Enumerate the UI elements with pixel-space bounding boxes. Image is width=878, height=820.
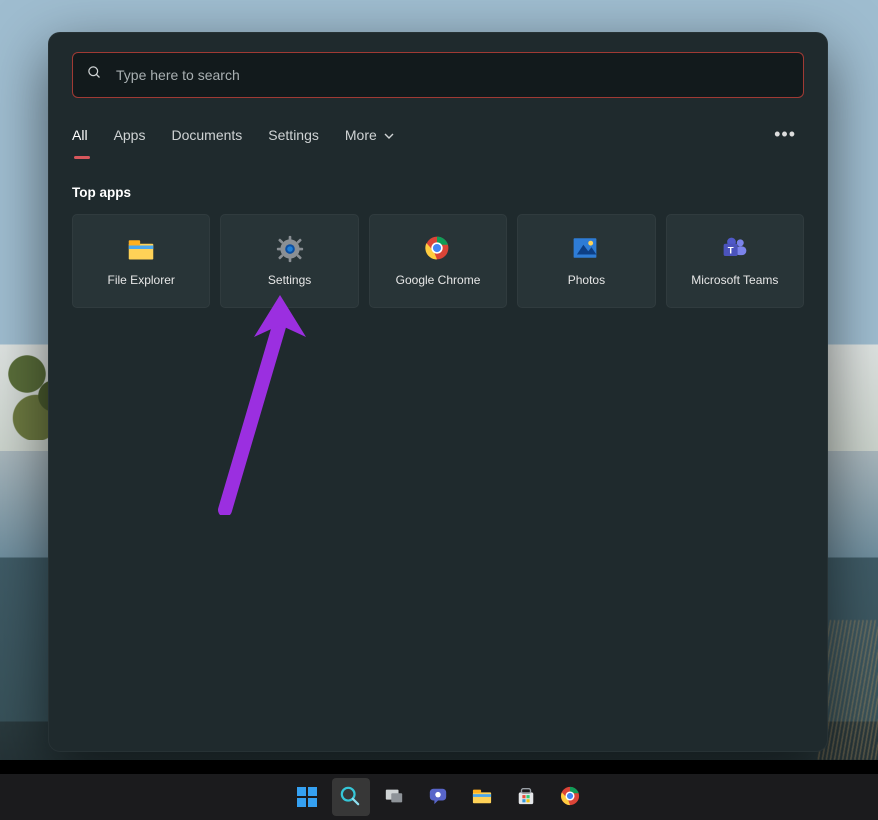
tab-apps[interactable]: Apps [114, 127, 146, 143]
app-tile-photos[interactable]: Photos [517, 214, 655, 308]
chevron-down-icon [384, 131, 394, 141]
app-label: Microsoft Teams [691, 273, 778, 287]
section-title-top-apps: Top apps [72, 185, 804, 200]
app-label: Settings [268, 273, 311, 287]
chrome-icon [560, 786, 582, 808]
app-label: Photos [568, 273, 605, 287]
taskview-icon [384, 786, 406, 808]
more-options-button[interactable]: ••• [766, 120, 804, 149]
folder-icon [127, 235, 155, 263]
gear-icon [276, 235, 304, 263]
app-tile-settings[interactable]: Settings [220, 214, 358, 308]
tab-more[interactable]: More [345, 127, 394, 143]
photos-icon [572, 235, 600, 263]
chat-icon [428, 786, 450, 808]
svg-text:T: T [728, 245, 734, 256]
app-label: Google Chrome [396, 273, 481, 287]
search-icon [340, 786, 362, 808]
taskbar-taskview[interactable] [376, 778, 414, 816]
search-panel: All Apps Documents Settings More ••• Top… [48, 32, 828, 752]
app-label: File Explorer [108, 273, 175, 287]
app-tile-file-explorer[interactable]: File Explorer [72, 214, 210, 308]
search-icon [87, 65, 102, 85]
taskbar-chat[interactable] [420, 778, 458, 816]
tab-documents[interactable]: Documents [171, 127, 242, 143]
taskbar-search[interactable] [332, 778, 370, 816]
taskbar-start[interactable] [288, 778, 326, 816]
taskbar [0, 774, 878, 820]
tab-all[interactable]: All [72, 127, 88, 143]
tab-more-label: More [345, 127, 377, 143]
chrome-icon [424, 235, 452, 263]
folder-icon [472, 786, 494, 808]
app-tile-google-chrome[interactable]: Google Chrome [369, 214, 507, 308]
tab-settings[interactable]: Settings [268, 127, 319, 143]
app-tile-microsoft-teams[interactable]: T Microsoft Teams [666, 214, 804, 308]
windows-icon [296, 786, 318, 808]
active-tab-underline [74, 156, 90, 159]
search-input[interactable] [114, 66, 789, 84]
filter-tabs: All Apps Documents Settings More ••• [72, 120, 804, 149]
taskbar-store[interactable] [508, 778, 546, 816]
top-apps-row: File Explorer [72, 214, 804, 308]
taskbar-chrome[interactable] [552, 778, 590, 816]
taskbar-separator [0, 760, 878, 774]
search-box[interactable] [72, 52, 804, 98]
teams-icon: T [721, 235, 749, 263]
store-icon [516, 786, 538, 808]
taskbar-file-explorer[interactable] [464, 778, 502, 816]
